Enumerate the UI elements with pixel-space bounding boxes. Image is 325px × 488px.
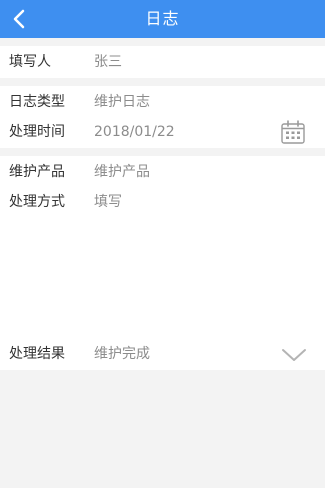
- time-label: 处理时间: [9, 124, 65, 140]
- calendar-button[interactable]: [280, 119, 306, 145]
- method-label: 处理方式: [9, 194, 65, 210]
- filler-section: 填写人 张三: [0, 46, 325, 78]
- top-bar: 日志: [0, 0, 325, 38]
- result-dropdown[interactable]: [281, 347, 307, 363]
- result-row[interactable]: 处理结果 维护完成: [0, 339, 325, 369]
- filler-row: 填写人 张三: [0, 47, 325, 77]
- time-value[interactable]: 2018/01/22: [94, 117, 175, 147]
- page-title: 日志: [145, 9, 180, 28]
- result-value[interactable]: 维护完成: [94, 339, 150, 369]
- log-type-row[interactable]: 日志类型 维护日志: [0, 87, 325, 117]
- product-input[interactable]: [94, 157, 294, 187]
- log-type-value[interactable]: 维护日志: [94, 87, 150, 117]
- product-row: 维护产品: [0, 157, 325, 187]
- calendar-icon[interactable]: [280, 119, 306, 145]
- method-row: 处理方式: [0, 187, 325, 327]
- result-label: 处理结果: [9, 346, 65, 362]
- maintenance-section: 维护产品 处理方式 处理结果 维护完成: [0, 156, 325, 370]
- time-row[interactable]: 处理时间 2018/01/22: [0, 117, 325, 147]
- filler-value: 张三: [94, 54, 122, 70]
- product-label: 维护产品: [9, 164, 65, 180]
- method-textarea[interactable]: [94, 187, 304, 317]
- filler-label: 填写人: [9, 54, 51, 70]
- chevron-down-icon[interactable]: [281, 347, 307, 363]
- log-type-label: 日志类型: [9, 94, 65, 110]
- log-info-section: 日志类型 维护日志 处理时间 2018/01/22: [0, 86, 325, 148]
